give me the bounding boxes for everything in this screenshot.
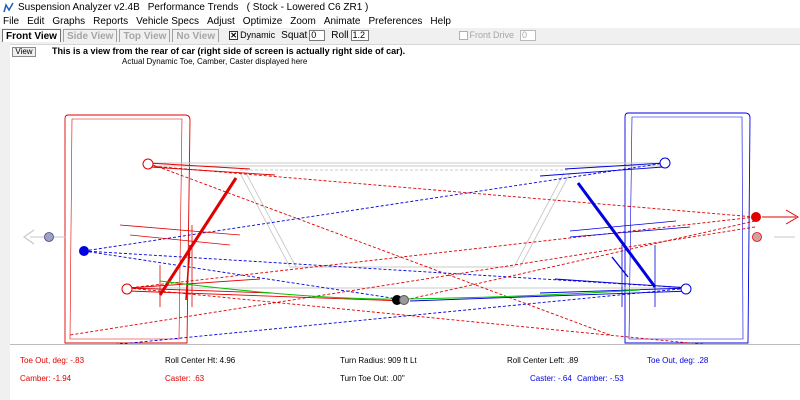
- menu-graphs[interactable]: Graphs: [52, 16, 85, 27]
- readout-panel: Toe Out, deg: -.83 Camber: -1.94 Roll Ce…: [10, 344, 800, 400]
- turn-toe-out-readout: Turn Toe Out: .00": [340, 374, 405, 383]
- front-drive-label: Front Drive: [469, 30, 515, 40]
- menu-file[interactable]: File: [3, 16, 19, 27]
- front-drive-input[interactable]: [520, 29, 537, 41]
- menu-zoom[interactable]: Zoom: [290, 16, 316, 27]
- roll-center-static-marker: [399, 295, 409, 305]
- menu-optimize[interactable]: Optimize: [243, 16, 282, 27]
- view-toolbar: Front View Side View Top View No View ✕ …: [0, 28, 800, 42]
- roll-label: Roll: [331, 29, 349, 41]
- menu-animate[interactable]: Animate: [324, 16, 361, 27]
- menu-reports[interactable]: Reports: [93, 16, 128, 27]
- menu-help[interactable]: Help: [430, 16, 451, 27]
- menu-edit[interactable]: Edit: [27, 16, 44, 27]
- right-suspension: [44, 157, 692, 307]
- tab-no-view[interactable]: No View: [172, 28, 220, 42]
- dynamic-label: Dynamic: [240, 30, 276, 40]
- view-button[interactable]: View: [12, 47, 36, 57]
- tab-front-view[interactable]: Front View: [2, 28, 61, 42]
- left-suspension: [119, 158, 762, 307]
- squat-label: Squat: [281, 29, 308, 41]
- menu-adjust[interactable]: Adjust: [207, 16, 235, 27]
- right-camber-readout: Camber: -.53: [577, 374, 624, 383]
- right-toe-readout: Toe Out, deg: .28: [647, 356, 709, 365]
- turn-radius-readout: Turn Radius: 909 ft Lt: [340, 356, 417, 365]
- suspension-diagram: [22, 112, 799, 345]
- left-toe-readout: Toe Out, deg: -.83: [20, 356, 85, 365]
- roll-input[interactable]: [350, 29, 369, 41]
- view-heading: This is a view from the rear of car (rig…: [52, 46, 406, 56]
- suspension-canvas: View This is a view from the rear of car…: [10, 44, 800, 345]
- left-caster-readout: Caster: .63: [165, 374, 205, 383]
- right-caster-readout: Caster: -.64: [530, 374, 572, 383]
- menu-preferences[interactable]: Preferences: [369, 16, 423, 27]
- dynamic-checkbox[interactable]: ✕ Dynamic: [229, 30, 275, 40]
- right-tire-outline: [624, 112, 751, 344]
- check-icon: ✕: [229, 30, 239, 40]
- roll-center-left-readout: Roll Center Left: .89: [507, 356, 579, 365]
- roll-center-height-readout: Roll Center Ht: 4.96: [165, 356, 236, 365]
- tab-top-view[interactable]: Top View: [119, 28, 171, 42]
- tab-side-view[interactable]: Side View: [62, 28, 118, 42]
- title-bar: Suspension Analyzer v2.4B Performance Tr…: [0, 0, 800, 14]
- menu-bar: File Edit Graphs Reports Vehicle Specs A…: [0, 14, 800, 28]
- front-drive-checkbox[interactable]: Front Drive: [458, 30, 515, 40]
- left-camber-readout: Camber: -1.94: [20, 374, 72, 383]
- menu-vehicle-specs[interactable]: Vehicle Specs: [136, 16, 199, 27]
- app-name: Suspension Analyzer v2.4B: [18, 1, 140, 13]
- view-subheading: Actual Dynamic Toe, Camber, Caster displ…: [122, 57, 308, 66]
- squat-input[interactable]: [309, 29, 326, 41]
- suspension-app-icon: [3, 2, 14, 12]
- document-title: Performance Trends ( Stock - Lowered C6 …: [147, 1, 369, 13]
